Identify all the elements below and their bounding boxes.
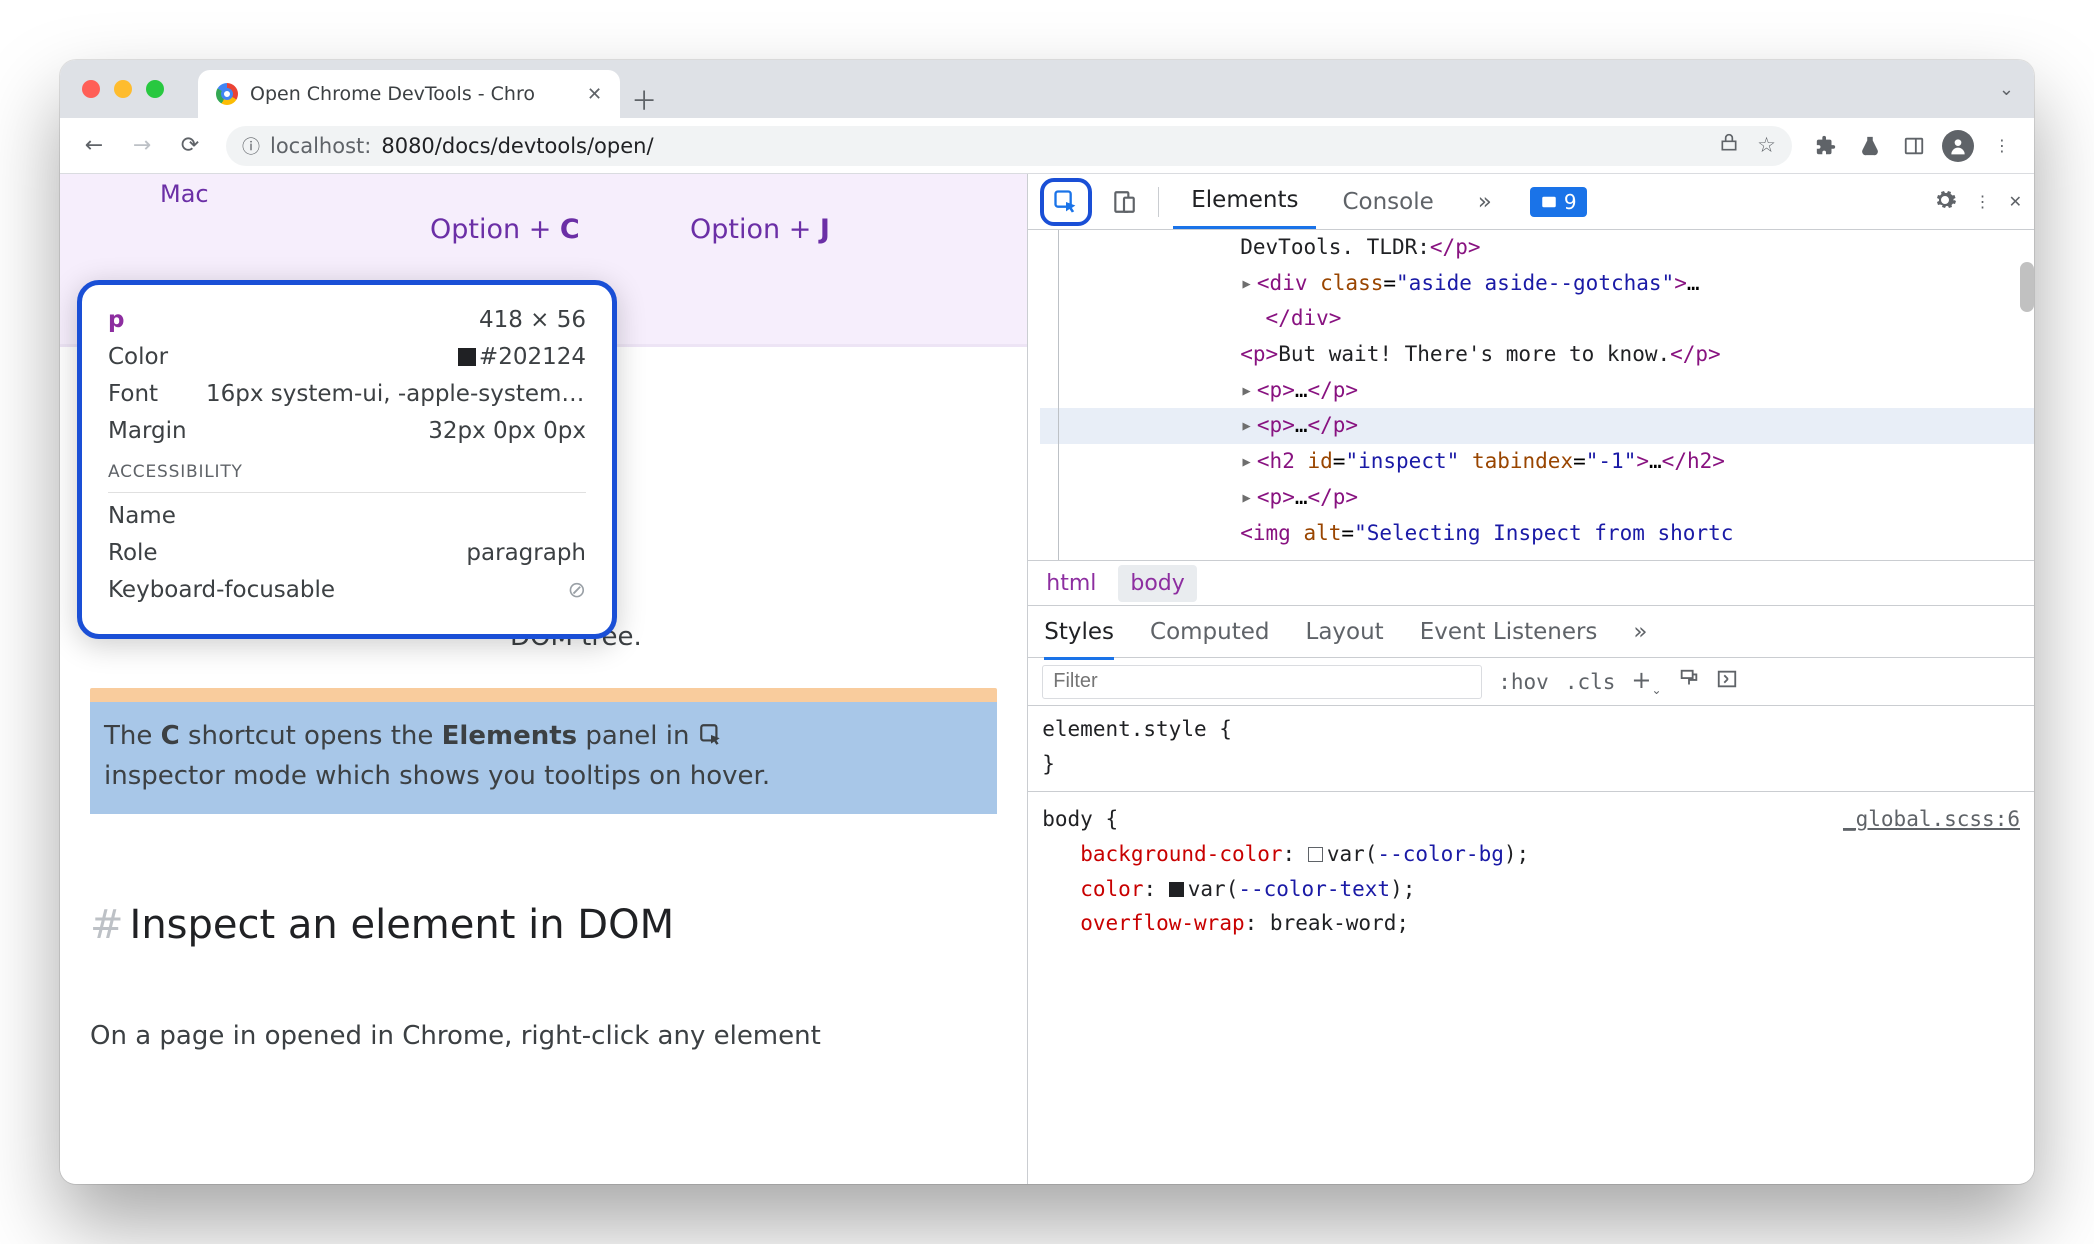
highlighted-paragraph-margin: The C shortcut opens the Elements panel … <box>90 688 997 815</box>
selected-dom-node[interactable]: ▸<p>…</p> <box>1040 408 2034 444</box>
tooltip-element-tag: p <box>108 307 124 333</box>
styles-filter-row: :hov .cls +⌄ <box>1028 658 2034 706</box>
labs-icon[interactable] <box>1852 128 1888 164</box>
body-paragraph: On a page in opened in Chrome, right-cli… <box>90 1016 997 1056</box>
close-tab-icon[interactable]: ✕ <box>587 84 602 105</box>
inspect-tooltip: p 418 × 56 Color #202124 Font 16px system-u… <box>77 280 617 639</box>
page-content: Mac Option + C Option + J panel and DOM … <box>60 174 1027 1184</box>
forward-button[interactable]: → <box>122 126 162 166</box>
tab-elements[interactable]: Elements <box>1173 174 1316 229</box>
tab-styles[interactable]: Styles <box>1044 619 1114 660</box>
tab-computed[interactable]: Computed <box>1150 619 1269 645</box>
tab-event-listeners[interactable]: Event Listeners <box>1420 619 1598 645</box>
tooltip-role-value: paragraph <box>466 540 586 566</box>
styles-tabs-overflow-icon[interactable]: » <box>1633 619 1647 645</box>
tooltip-margin-label: Margin <box>108 418 187 444</box>
kebab-menu-icon[interactable]: ⋮ <box>1984 128 2020 164</box>
tab-title: Open Chrome DevTools - Chro <box>250 83 535 105</box>
url-path: 8080/docs/devtools/open/ <box>381 134 653 158</box>
dom-tree[interactable]: DevTools. TLDR:</p> ▸<div class="aside a… <box>1028 230 2034 560</box>
settings-gear-icon[interactable] <box>1933 188 1957 216</box>
paint-icon[interactable] <box>1678 668 1700 695</box>
devtools-close-icon[interactable]: ✕ <box>2009 192 2022 211</box>
close-window-button[interactable] <box>82 80 100 98</box>
side-panel-icon[interactable] <box>1896 128 1932 164</box>
window-controls <box>82 80 164 98</box>
not-focusable-icon: ⊘ <box>568 578 586 603</box>
toolbar: ← → ⟳ ⓘ localhost: 8080/docs/devtools/ope… <box>60 118 2034 174</box>
url-host: localhost: <box>270 134 371 158</box>
source-link[interactable]: _global.scss:6 <box>1843 802 2020 837</box>
new-style-rule-icon[interactable]: +⌄ <box>1631 666 1661 697</box>
tab-list-chevron-icon[interactable]: ⌄ <box>1999 79 2014 100</box>
reload-button[interactable]: ⟳ <box>170 126 210 166</box>
extensions-icon[interactable] <box>1808 128 1844 164</box>
styles-filter-input[interactable] <box>1042 665 1482 699</box>
tooltip-font-label: Font <box>108 381 158 407</box>
tooltip-color-label: Color <box>108 344 168 370</box>
crumb-body[interactable]: body <box>1118 565 1196 602</box>
back-button[interactable]: ← <box>74 126 114 166</box>
tab-layout[interactable]: Layout <box>1306 619 1384 645</box>
anchor-hash-icon[interactable]: # <box>90 902 124 948</box>
cls-toggle[interactable]: .cls <box>1565 670 1616 694</box>
titlebar: Open Chrome DevTools - Chro ✕ ＋ ⌄ <box>60 60 2034 118</box>
site-info-icon[interactable]: ⓘ <box>242 133 260 159</box>
tooltip-name-label: Name <box>108 503 176 529</box>
tooltip-keyboard-focusable-label: Keyboard-focusable <box>108 577 335 603</box>
browser-tab[interactable]: Open Chrome DevTools - Chro ✕ <box>198 70 620 118</box>
styles-rules[interactable]: element.style { } body {_global.scss:6 b… <box>1028 706 2034 1184</box>
devtools-panel: Elements Console » 9 ⋮ ✕ DevTools. TLDR:… <box>1027 174 2034 1184</box>
tabs-overflow-icon[interactable]: » <box>1460 174 1510 229</box>
chrome-favicon-icon <box>216 83 238 105</box>
computed-sidebar-icon[interactable] <box>1716 668 1738 695</box>
styles-tabbar: Styles Computed Layout Event Listeners » <box>1028 606 2034 658</box>
inspect-element-button[interactable] <box>1040 178 1092 226</box>
section-heading: #Inspect an element in DOM <box>90 894 997 956</box>
maximize-window-button[interactable] <box>146 80 164 98</box>
highlighted-paragraph: The C shortcut opens the Elements panel … <box>90 702 997 815</box>
tooltip-font-value: 16px system-ui, -apple-system, "syste… <box>206 381 586 407</box>
color-swatch-empty-icon[interactable] <box>1308 847 1323 862</box>
profile-avatar[interactable] <box>1940 128 1976 164</box>
issues-badge[interactable]: 9 <box>1530 187 1587 217</box>
new-tab-button[interactable]: ＋ <box>620 81 668 118</box>
shortcut-option-c: Option + C <box>430 214 580 245</box>
inspect-inline-icon <box>698 720 724 746</box>
share-icon[interactable] <box>1719 133 1739 158</box>
crumb-html[interactable]: html <box>1046 571 1096 596</box>
devtools-kebab-icon[interactable]: ⋮ <box>1975 192 1991 211</box>
device-toolbar-button[interactable] <box>1104 189 1144 215</box>
os-label: Mac <box>160 180 209 208</box>
shortcut-option-j: Option + J <box>690 214 830 245</box>
address-bar[interactable]: ⓘ localhost: 8080/docs/devtools/open/ ☆ <box>226 126 1792 166</box>
tab-console[interactable]: Console <box>1324 174 1451 229</box>
dom-breadcrumbs: html body <box>1028 560 2034 606</box>
tooltip-a11y-header: ACCESSIBILITY <box>108 462 586 482</box>
tooltip-dimensions: 418 × 56 <box>479 307 586 333</box>
devtools-tabbar: Elements Console » 9 ⋮ ✕ <box>1028 174 2034 230</box>
minimize-window-button[interactable] <box>114 80 132 98</box>
tooltip-margin-value: 32px 0px 0px <box>428 418 586 444</box>
tooltip-color-value: #202124 <box>458 344 586 370</box>
color-swatch-icon <box>458 348 476 366</box>
browser-window: Open Chrome DevTools - Chro ✕ ＋ ⌄ ← → ⟳ … <box>60 60 2034 1184</box>
tooltip-role-label: Role <box>108 540 158 566</box>
bookmark-star-icon[interactable]: ☆ <box>1757 133 1776 158</box>
scrollbar-thumb[interactable] <box>2020 262 2034 312</box>
hov-toggle[interactable]: :hov <box>1498 670 1549 694</box>
color-swatch-fill-icon[interactable] <box>1169 882 1184 897</box>
